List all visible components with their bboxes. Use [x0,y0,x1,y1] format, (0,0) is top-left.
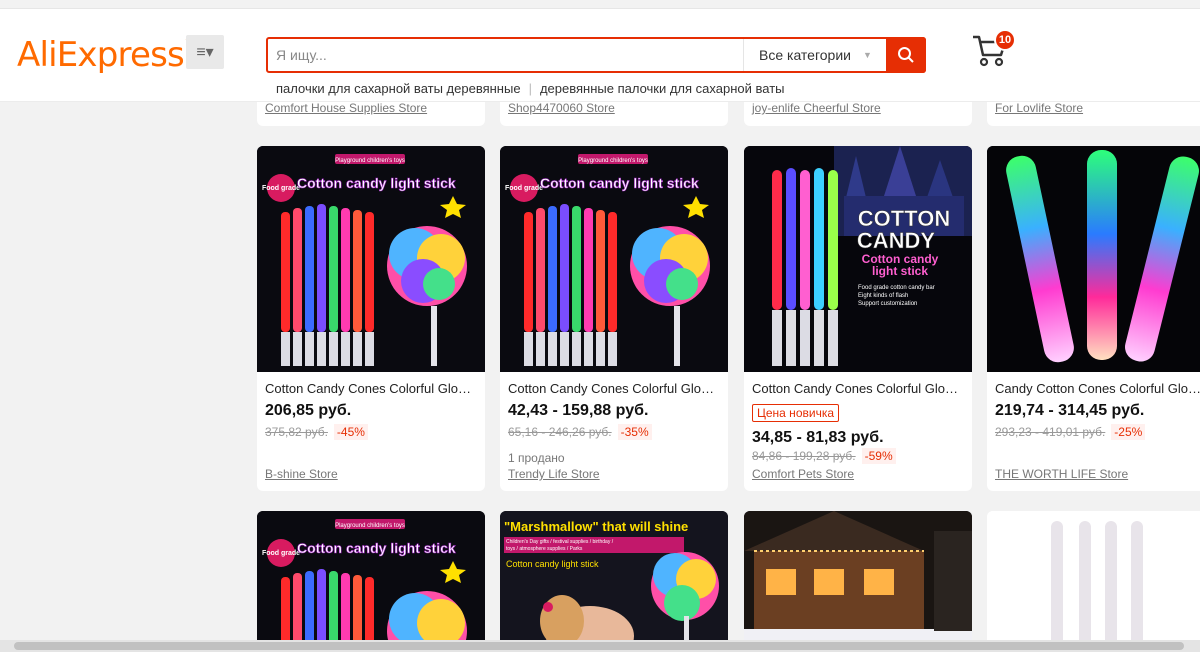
food-grade-badge-text: Food grade [505,185,543,192]
image-subtext: Children's Day gifts / festival supplies… [506,539,614,545]
store-link[interactable]: Comfort Pets Store [752,467,854,481]
categories-menu-button[interactable]: ≡▾ [186,35,224,69]
store-link[interactable]: Comfort House Supplies Store [265,101,427,115]
discount-badge: -25% [1111,424,1146,440]
product-title[interactable]: Cotton Candy Cones Colorful Glow… [265,381,477,396]
cart-count-badge: 10 [994,29,1016,51]
product-price: 34,85 - 81,83 руб. [752,429,884,446]
price-discount-row: 84,86 - 199,28 руб. -59% [752,448,896,464]
search-button[interactable] [886,37,926,73]
product-price: 206,85 руб. [265,402,352,419]
discount-badge: -45% [333,424,368,440]
banner-text: Playground children's toys [335,158,405,164]
product-card[interactable] [744,511,972,651]
hamburger-icon: ≡▾ [196,44,214,61]
food-grade-badge-text: Food grade [262,185,300,192]
product-image[interactable]: Playground children's toys Food grade Co… [257,146,485,372]
cotton-candy-castle-illustration: COTTON CANDY Cotton candy light stick Fo… [744,146,972,372]
suggestion-link[interactable]: деревянные палочки для сахарной ваты [540,81,785,96]
product-card[interactable] [987,511,1200,651]
suggestion-link[interactable]: палочки для сахарной ваты деревянные [276,81,521,96]
image-feature: Eight kinds of flash [858,293,908,299]
search-input[interactable] [276,39,736,71]
scrollbar-thumb[interactable] [14,642,1184,650]
site-header: AliExpress™ ≡▾ Все категории ▼ палочки д… [0,8,1200,102]
product-price: 42,43 - 159,88 руб. [508,402,649,419]
product-image[interactable] [744,511,972,651]
product-card[interactable]: Playground children's toys Food grade Co… [257,511,485,651]
cotton-candy-sticks-illustration: Playground children's toys Food grade Co… [257,146,485,372]
product-title[interactable]: Candy Cotton Cones Colorful Glow… [995,381,1200,396]
search-icon [898,47,914,63]
glow-foam-sticks-illustration [987,146,1200,372]
sold-count: 1 продано [508,451,565,465]
banner-text: Playground children's toys [578,158,648,164]
newcomer-price-badge: Цена новичка [752,404,840,422]
product-card[interactable]: Candy Cotton Cones Colorful Glow… 219,74… [987,146,1200,491]
cotton-candy-sticks-illustration: Playground children's toys Food grade Co… [257,511,485,651]
image-feature: Food grade cotton candy bar [858,285,935,291]
product-image[interactable] [987,511,1200,651]
store-link[interactable]: joy-enlife Cheerful Store [752,101,881,115]
product-image[interactable]: Playground children's toys Food grade Co… [257,511,485,651]
horizontal-scrollbar[interactable] [0,640,1200,652]
discount-badge: -35% [617,424,652,440]
product-image[interactable]: "Marshmallow" that will shine Children's… [500,511,728,651]
aliexpress-logo[interactable]: AliExpress™ [17,35,191,75]
image-label: Cotton candy light stick [506,559,599,569]
product-title[interactable]: Cotton Candy Cones Colorful Glow… [508,381,720,396]
cotton-candy-sticks-illustration: Playground children's toys Food grade Co… [500,146,728,372]
image-line-4: light stick [872,264,928,278]
product-image[interactable] [987,146,1200,372]
product-image[interactable]: COTTON CANDY Cotton candy light stick Fo… [744,146,972,372]
banner-text: Playground children's toys [335,523,405,529]
product-card[interactable]: Playground children's toys Food grade Co… [500,146,728,491]
price-discount-row: 65,16 - 246,26 руб. -35% [508,424,652,440]
food-grade-badge-text: Food grade [262,550,300,557]
store-link[interactable]: For Lovlife Store [995,101,1083,115]
product-price: 219,74 - 314,45 руб. [995,402,1145,419]
top-strip [0,0,1200,8]
old-price: 84,86 - 199,28 руб. [752,449,856,463]
store-link[interactable]: Trendy Life Store [508,467,600,481]
marshmallow-girl-illustration: "Marshmallow" that will shine Children's… [500,511,728,651]
discount-badge: -59% [861,448,896,464]
old-price: 375,82 руб. [265,425,328,439]
chevron-down-icon: ▼ [862,50,872,60]
price-discount-row: 293,23 - 419,01 руб. -25% [995,424,1146,440]
old-price: 293,23 - 419,01 руб. [995,425,1106,439]
image-headline: Cotton candy light stick [297,540,456,556]
image-headline: "Marshmallow" that will shine [504,519,688,534]
search-suggestions: палочки для сахарной ваты деревянные | д… [276,81,785,96]
category-select-label: Все категории [759,47,851,63]
product-image[interactable]: Playground children's toys Food grade Co… [500,146,728,372]
image-line-2: CANDY [857,228,936,253]
search-bar: Все категории ▼ [266,37,926,73]
product-card[interactable]: COTTON CANDY Cotton candy light stick Fo… [744,146,972,491]
wooden-house-lights-illustration [744,511,972,651]
product-title[interactable]: Cotton Candy Cones Colorful Glow… [752,381,964,396]
price-discount-row: 375,82 руб. -45% [265,424,368,440]
image-headline: Cotton candy light stick [297,175,456,191]
image-subtext: toys / atmosphere supplies / Parks [506,546,583,552]
white-sticks-illustration [987,511,1200,651]
product-card[interactable]: Playground children's toys Food grade Co… [257,146,485,491]
store-link[interactable]: Shop4470060 Store [508,101,615,115]
product-card[interactable]: "Marshmallow" that will shine Children's… [500,511,728,651]
store-link[interactable]: B-shine Store [265,467,338,481]
old-price: 65,16 - 246,26 руб. [508,425,612,439]
image-headline: Cotton candy light stick [540,175,699,191]
image-feature: Support customization [858,301,917,307]
category-select[interactable]: Все категории ▼ [743,39,886,71]
store-link[interactable]: THE WORTH LIFE Store [995,467,1128,481]
logo-text: AliExpress [17,35,185,75]
suggestion-separator: | [528,81,532,96]
